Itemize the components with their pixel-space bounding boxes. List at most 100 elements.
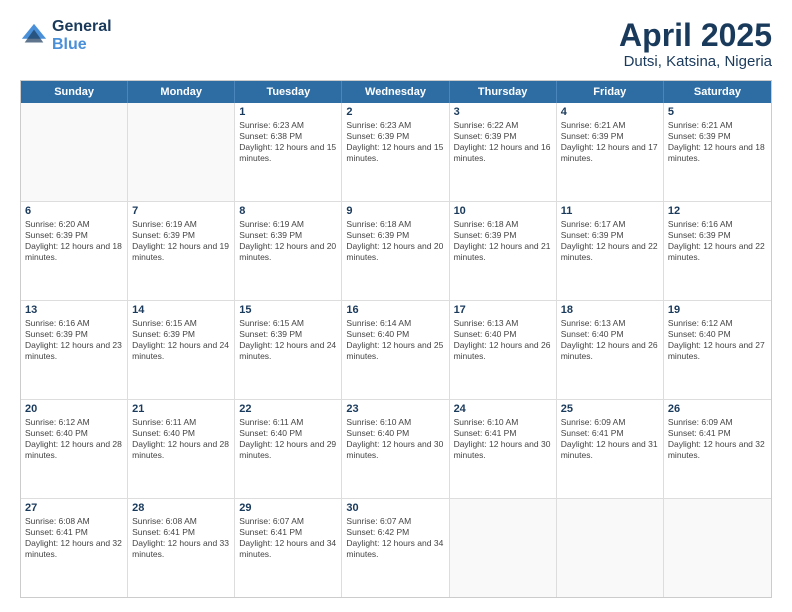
sunset-text: Sunset: 6:39 PM	[239, 329, 337, 340]
day-number: 12	[668, 205, 767, 217]
sunrise-text: Sunrise: 6:15 AM	[239, 318, 337, 329]
daylight-text: Daylight: 12 hours and 24 minutes.	[239, 340, 337, 362]
sunrise-text: Sunrise: 6:21 AM	[668, 120, 767, 131]
sunset-text: Sunset: 6:40 PM	[346, 428, 444, 439]
daylight-text: Daylight: 12 hours and 20 minutes.	[346, 241, 444, 263]
calendar-cell: 7 Sunrise: 6:19 AMSunset: 6:39 PMDaylight…	[128, 202, 235, 300]
sunrise-text: Sunrise: 6:19 AM	[132, 219, 230, 230]
calendar-cell: 3Sunrise: 6:22 AMSunset: 6:39 PMDaylight…	[450, 103, 557, 201]
sunset-text: Sunset: 6:39 PM	[132, 230, 230, 241]
calendar-cell	[557, 499, 664, 597]
sunrise-text: Sunrise: 6:20 AM	[25, 219, 123, 230]
daylight-text: Daylight: 12 hours and 28 minutes.	[25, 439, 123, 461]
sunset-text: Sunset: 6:39 PM	[454, 230, 552, 241]
calendar-cell: 17Sunrise: 6:13 AMSunset: 6:40 PMDayligh…	[450, 301, 557, 399]
header-friday: Friday	[557, 81, 664, 103]
calendar-cell: 24Sunrise: 6:10 AMSunset: 6:41 PMDayligh…	[450, 400, 557, 498]
sunset-text: Sunset: 6:39 PM	[561, 131, 659, 142]
sunset-text: Sunset: 6:39 PM	[25, 329, 123, 340]
calendar-cell: 15Sunrise: 6:15 AMSunset: 6:39 PMDayligh…	[235, 301, 342, 399]
sunset-text: Sunset: 6:42 PM	[346, 527, 444, 538]
header: General Blue April 2025 Dutsi, Katsina, …	[20, 18, 772, 70]
day-number: 6	[25, 205, 123, 217]
sunrise-text: Sunrise: 6:10 AM	[454, 417, 552, 428]
calendar-cell: 19Sunrise: 6:12 AMSunset: 6:40 PMDayligh…	[664, 301, 771, 399]
daylight-text: Daylight: 12 hours and 32 minutes.	[25, 538, 123, 560]
sunset-text: Sunset: 6:41 PM	[25, 527, 123, 538]
daylight-text: Daylight: 12 hours and 34 minutes.	[239, 538, 337, 560]
sunrise-text: Sunrise: 6:19 AM	[239, 219, 337, 230]
calendar-cell: 29Sunrise: 6:07 AMSunset: 6:41 PMDayligh…	[235, 499, 342, 597]
calendar-cell: 20Sunrise: 6:12 AMSunset: 6:40 PMDayligh…	[21, 400, 128, 498]
sunrise-text: Sunrise: 6:18 AM	[346, 219, 444, 230]
daylight-text: Daylight: 12 hours and 23 minutes.	[25, 340, 123, 362]
daylight-text: Daylight: 12 hours and 24 minutes.	[132, 340, 230, 362]
daylight-text: Daylight: 12 hours and 19 minutes.	[132, 241, 230, 263]
sunrise-text: Sunrise: 6:16 AM	[668, 219, 767, 230]
calendar-cell: 9Sunrise: 6:18 AMSunset: 6:39 PMDaylight…	[342, 202, 449, 300]
calendar-cell: 8Sunrise: 6:19 AMSunset: 6:39 PMDaylight…	[235, 202, 342, 300]
sunset-text: Sunset: 6:39 PM	[239, 230, 337, 241]
header-thursday: Thursday	[450, 81, 557, 103]
day-number: 30	[346, 502, 444, 514]
daylight-text: Daylight: 12 hours and 34 minutes.	[346, 538, 444, 560]
calendar-cell: 5Sunrise: 6:21 AMSunset: 6:39 PMDaylight…	[664, 103, 771, 201]
sunrise-text: Sunrise: 6:23 AM	[346, 120, 444, 131]
sunrise-text: Sunrise: 6:13 AM	[561, 318, 659, 329]
calendar-week-5: 27Sunrise: 6:08 AMSunset: 6:41 PMDayligh…	[21, 499, 771, 597]
calendar-cell: 14Sunrise: 6:15 AMSunset: 6:39 PMDayligh…	[128, 301, 235, 399]
calendar-title: April 2025	[619, 18, 772, 53]
calendar-cell: 1Sunrise: 6:23 AMSunset: 6:38 PMDaylight…	[235, 103, 342, 201]
sunset-text: Sunset: 6:41 PM	[561, 428, 659, 439]
daylight-text: Daylight: 12 hours and 22 minutes.	[668, 241, 767, 263]
calendar-cell: 28Sunrise: 6:08 AMSunset: 6:41 PMDayligh…	[128, 499, 235, 597]
sunrise-text: Sunrise: 6:09 AM	[668, 417, 767, 428]
sunset-text: Sunset: 6:40 PM	[346, 329, 444, 340]
day-number: 17	[454, 304, 552, 316]
calendar-cell: 4Sunrise: 6:21 AMSunset: 6:39 PMDaylight…	[557, 103, 664, 201]
day-number: 7	[132, 205, 230, 217]
calendar-cell: 30Sunrise: 6:07 AMSunset: 6:42 PMDayligh…	[342, 499, 449, 597]
logo: General Blue	[20, 18, 112, 53]
daylight-text: Daylight: 12 hours and 32 minutes.	[668, 439, 767, 461]
calendar-cell	[664, 499, 771, 597]
calendar-week-1: 1Sunrise: 6:23 AMSunset: 6:38 PMDaylight…	[21, 103, 771, 202]
sunrise-text: Sunrise: 6:09 AM	[561, 417, 659, 428]
day-number: 2	[346, 106, 444, 118]
calendar-cell: 27Sunrise: 6:08 AMSunset: 6:41 PMDayligh…	[21, 499, 128, 597]
daylight-text: Daylight: 12 hours and 15 minutes.	[346, 142, 444, 164]
calendar-week-3: 13Sunrise: 6:16 AMSunset: 6:39 PMDayligh…	[21, 301, 771, 400]
sunset-text: Sunset: 6:39 PM	[132, 329, 230, 340]
calendar-body: 1Sunrise: 6:23 AMSunset: 6:38 PMDaylight…	[21, 103, 771, 597]
calendar-cell	[450, 499, 557, 597]
calendar-cell: 11Sunrise: 6:17 AMSunset: 6:39 PMDayligh…	[557, 202, 664, 300]
day-number: 23	[346, 403, 444, 415]
day-number: 25	[561, 403, 659, 415]
sunset-text: Sunset: 6:41 PM	[454, 428, 552, 439]
day-number: 13	[25, 304, 123, 316]
sunrise-text: Sunrise: 6:21 AM	[561, 120, 659, 131]
daylight-text: Daylight: 12 hours and 27 minutes.	[668, 340, 767, 362]
day-number: 3	[454, 106, 552, 118]
calendar-cell: 10Sunrise: 6:18 AMSunset: 6:39 PMDayligh…	[450, 202, 557, 300]
day-number: 14	[132, 304, 230, 316]
calendar-subtitle: Dutsi, Katsina, Nigeria	[619, 53, 772, 70]
sunset-text: Sunset: 6:39 PM	[561, 230, 659, 241]
day-number: 26	[668, 403, 767, 415]
calendar-cell: 18Sunrise: 6:13 AMSunset: 6:40 PMDayligh…	[557, 301, 664, 399]
day-number: 22	[239, 403, 337, 415]
sunset-text: Sunset: 6:40 PM	[25, 428, 123, 439]
calendar-cell: 22Sunrise: 6:11 AMSunset: 6:40 PMDayligh…	[235, 400, 342, 498]
day-number: 10	[454, 205, 552, 217]
daylight-text: Daylight: 12 hours and 18 minutes.	[668, 142, 767, 164]
sunrise-text: Sunrise: 6:18 AM	[454, 219, 552, 230]
day-number: 29	[239, 502, 337, 514]
day-number: 8	[239, 205, 337, 217]
sunrise-text: Sunrise: 6:16 AM	[25, 318, 123, 329]
sunset-text: Sunset: 6:39 PM	[668, 230, 767, 241]
day-number: 28	[132, 502, 230, 514]
sunset-text: Sunset: 6:40 PM	[668, 329, 767, 340]
calendar-cell	[21, 103, 128, 201]
daylight-text: Daylight: 12 hours and 33 minutes.	[132, 538, 230, 560]
sunrise-text: Sunrise: 6:10 AM	[346, 417, 444, 428]
